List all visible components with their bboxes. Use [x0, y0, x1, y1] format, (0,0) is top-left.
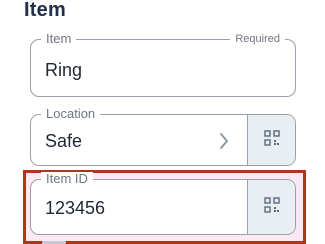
- item-field-label: Item: [41, 32, 77, 46]
- section-title: Item: [24, 0, 66, 21]
- location-field[interactable]: Location Safe: [30, 107, 296, 166]
- item-form-panel: Item Item Required Ring Location Safe It…: [0, 0, 325, 244]
- qr-scan-icon: [262, 128, 282, 153]
- item-id-field-label: Item ID: [41, 172, 93, 186]
- item-id-field[interactable]: Item ID 123456: [30, 172, 296, 235]
- qr-scan-icon: [262, 195, 282, 220]
- item-field-value[interactable]: Ring: [45, 60, 82, 81]
- location-field-value[interactable]: Safe: [45, 131, 82, 152]
- required-label: Required: [230, 32, 285, 46]
- item-id-field-value[interactable]: 123456: [45, 198, 105, 219]
- location-scan-button[interactable]: [247, 115, 295, 165]
- chevron-right-icon[interactable]: [219, 133, 229, 154]
- location-field-label: Location: [41, 107, 101, 121]
- item-id-scan-button[interactable]: [247, 180, 295, 234]
- item-field[interactable]: Item Required Ring: [30, 32, 296, 97]
